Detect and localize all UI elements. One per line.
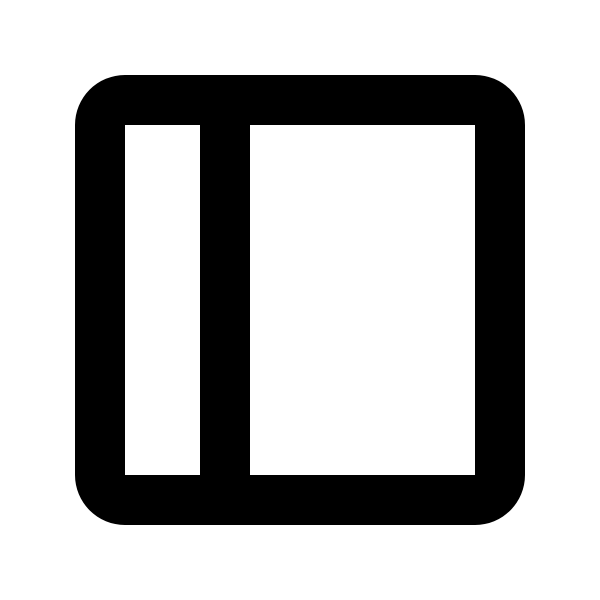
sidebar-panel-left-icon-svg — [0, 0, 600, 600]
sidebar-panel-left-icon — [0, 0, 600, 600]
icon-canvas — [0, 0, 600, 600]
